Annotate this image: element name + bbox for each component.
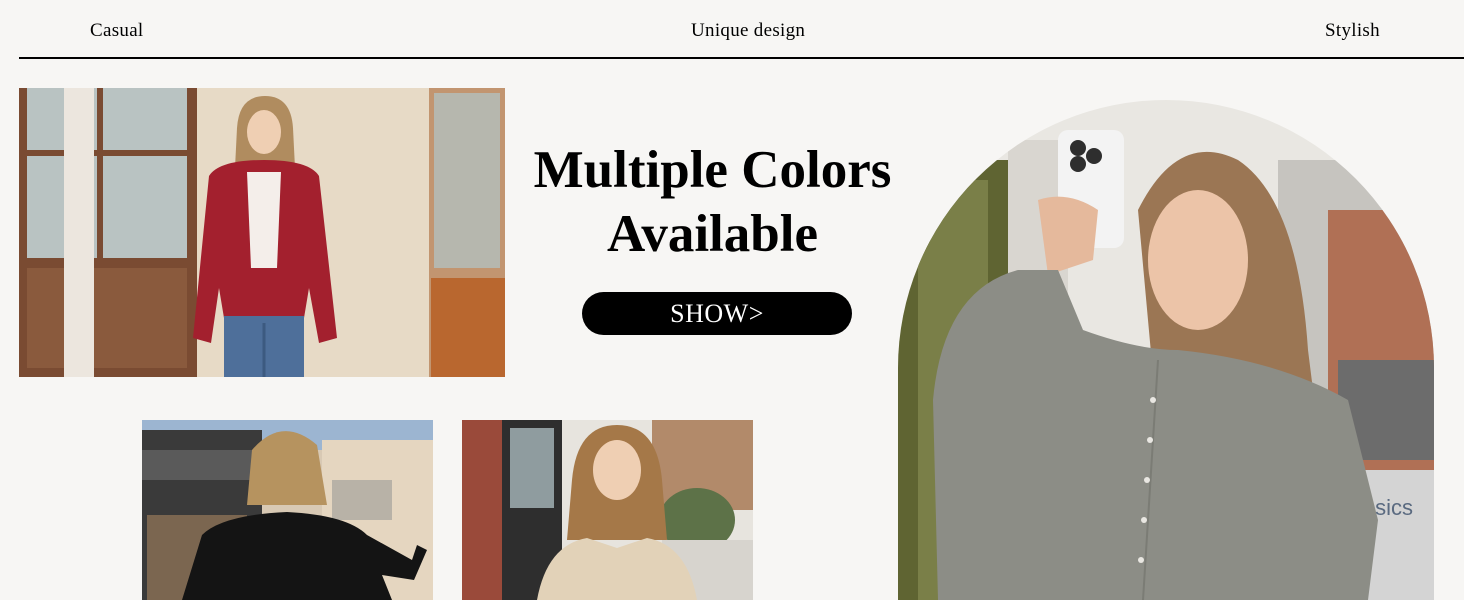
product-photo-beige-cardigan[interactable] <box>462 420 753 600</box>
headline-line-1: Multiple Colors <box>533 141 892 199</box>
headline: Multiple Colors Available <box>510 138 915 266</box>
nav-item-stylish[interactable]: Stylish <box>1325 20 1380 42</box>
product-photo-black-cardigan[interactable] <box>142 420 433 600</box>
product-photo-red-cardigan[interactable] <box>19 88 505 377</box>
product-photo-grey-cardigan[interactable]: asics <box>898 100 1434 600</box>
nav-item-casual[interactable]: Casual <box>90 20 144 42</box>
nav-item-unique-design[interactable]: Unique design <box>691 20 805 42</box>
show-button[interactable]: SHOW> <box>582 292 852 335</box>
top-navigation: Casual Unique design Stylish <box>19 0 1464 59</box>
headline-line-2: Available <box>606 205 819 263</box>
